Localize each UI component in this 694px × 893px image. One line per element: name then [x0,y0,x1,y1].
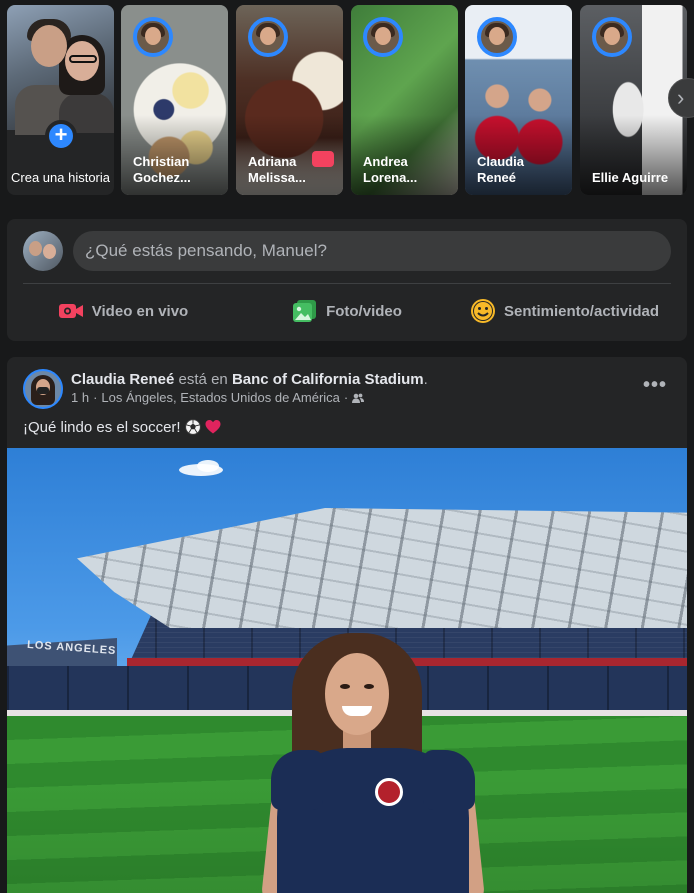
story-name: Andrea Lorena... [363,154,418,185]
whats-on-your-mind-input[interactable] [73,231,671,271]
feeling-activity-label: Sentimiento/actividad [503,302,660,320]
meta-separator: · [343,390,349,405]
story-card[interactable]: Christian Gochez... [121,5,228,195]
post-headline: Claudia Reneé está en Banc of California… [71,370,428,389]
story-name: Ellie Aguirre [592,170,669,185]
create-story-label: Crea una historia [11,170,110,185]
story-avatar [248,17,288,57]
create-story-photo [7,5,114,135]
story-avatar [592,17,632,57]
heart-badge-icon [312,151,334,167]
post-meta: 1 h · Los Ángeles, Estados Unidos de Amé… [71,390,365,406]
story-name: Christian Gochez... [133,154,191,185]
red-heart-icon [205,420,221,434]
feed-post: Claudia Reneé está en Banc of California… [7,357,687,893]
meta-separator: · [93,390,98,405]
live-video-button[interactable]: Video en vivo [23,291,223,331]
post-text-row: ¡Qué lindo es el soccer! [23,418,221,438]
post-time[interactable]: 1 h [71,390,89,406]
plus-icon[interactable]: + [45,120,77,152]
live-video-label: Video en vivo [91,302,189,320]
story-name: Claudia Reneé [477,154,524,185]
photo-video-icon [293,300,317,322]
soccer-ball-icon [185,419,201,435]
feeling-activity-button[interactable]: Sentimiento/actividad [452,291,677,331]
photo-video-button[interactable]: Foto/video [247,291,447,331]
post-location[interactable]: Los Ángeles, Estados Unidos de América [101,390,339,406]
story-avatar [133,17,173,57]
post-period: . [423,371,428,388]
post-composer: Video en vivo Foto/video Sentimiento/act… [7,219,687,341]
story-card[interactable]: Adriana Melissa... [236,5,343,195]
post-photo[interactable]: LOS ANGELES [7,448,687,893]
create-story-card[interactable]: + Crea una historia [7,5,114,195]
stories-row: + Crea una historia Christian Gochez... … [0,0,694,200]
post-text: ¡Qué lindo es el soccer! [23,419,181,436]
photo-video-label: Foto/video [326,302,402,320]
live-video-icon [58,304,83,318]
post-connector: está en [178,371,228,388]
story-avatar [477,17,517,57]
jersey-crest [375,778,403,806]
more-options-icon[interactable]: ••• [643,375,667,395]
post-author-avatar[interactable] [23,369,63,409]
post-place-link[interactable]: Banc of California Stadium [232,371,424,388]
friends-audience-icon[interactable] [352,392,365,404]
story-card[interactable]: Andrea Lorena... [351,5,458,195]
avatar[interactable] [23,231,63,271]
divider [23,283,671,284]
story-card[interactable]: Claudia Reneé [465,5,572,195]
post-author-name[interactable]: Claudia Reneé [71,371,174,388]
smiley-icon [470,299,495,323]
story-avatar [363,17,403,57]
